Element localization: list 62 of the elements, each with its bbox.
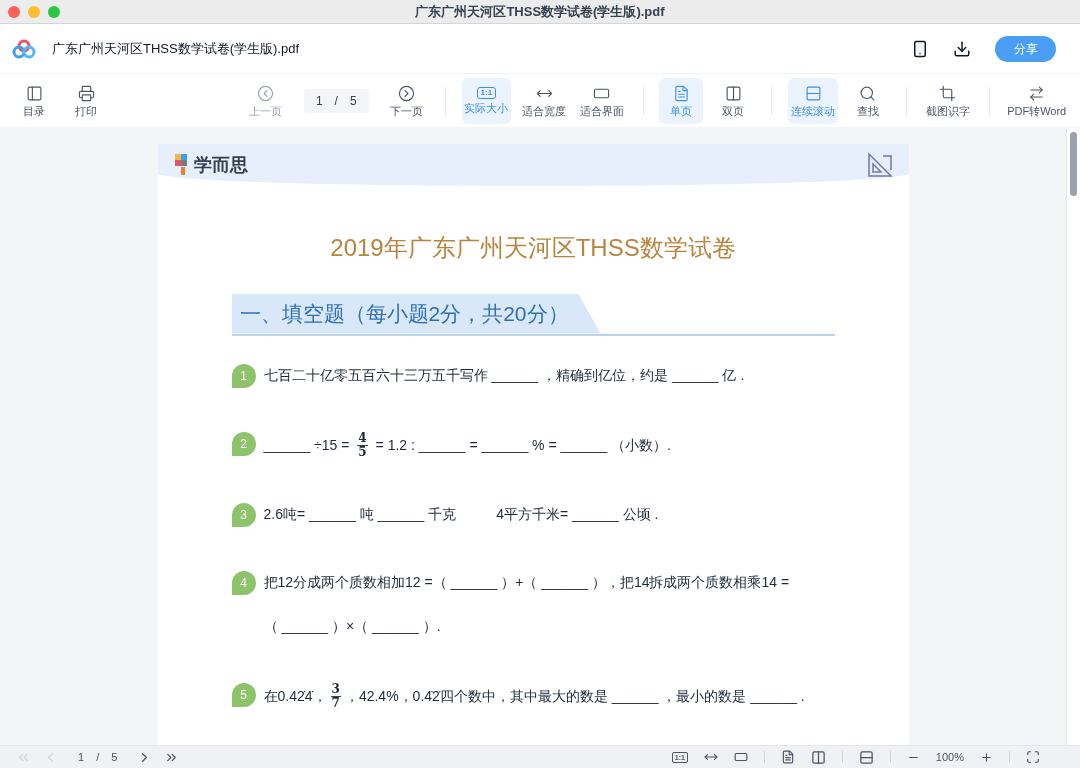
crop-icon: [939, 84, 957, 102]
question-text: 2.6吨= ______ 吨 ______ 千克: [263, 505, 457, 524]
two-pages-icon: [724, 84, 742, 102]
brand-logo-icon: [173, 153, 190, 177]
close-icon[interactable]: [8, 5, 20, 18]
question-text: = 1.2 : ______ = ______ % = ______ （小数）.: [374, 435, 671, 455]
actual-size-icon: 1:1: [476, 87, 497, 99]
question-text: 把12分成两个质数相加12 =（ ______ ）+（ ______ ），把14拆成两个质数相乘14 =: [263, 573, 790, 592]
question-number: 4: [231, 570, 256, 595]
circle-right-icon: [398, 84, 416, 102]
single-page-icon[interactable]: [780, 750, 795, 764]
question-text: ______ ÷15 =: [263, 435, 351, 455]
toolbar-button[interactable]: PDF转Word: [1005, 77, 1068, 124]
toolbar-button[interactable]: 适合界面: [576, 77, 627, 124]
question-text: 七百二十亿零五百六十三万五千写作 ______ ，精确到亿位，约是 ______ 亿 .: [263, 366, 745, 385]
page-total: 5: [349, 92, 357, 109]
question-text: 在0.42̇4̇，: [263, 686, 327, 706]
sidebar-icon: [25, 84, 43, 102]
fit-page-icon[interactable]: [733, 750, 748, 764]
exam-title: 2019年广东广州天河区THSS数学试卷: [329, 233, 737, 263]
ruler-triangle-icon: [866, 152, 893, 178]
question-number: 3: [231, 502, 256, 527]
fullscreen-icon[interactable]: [1026, 750, 1040, 764]
toolbar-button[interactable]: 打印: [64, 77, 108, 124]
fraction: 4 5: [357, 431, 368, 459]
toolbar-button[interactable]: 适合宽度: [519, 77, 569, 124]
page-current: 1: [315, 92, 323, 109]
question-text: （ ______ ）×（ ______ ）.: [263, 617, 441, 636]
scrollbar-thumb[interactable]: [1070, 132, 1077, 196]
page-current: 1: [78, 749, 85, 765]
page-separator: /: [334, 92, 338, 109]
zoom-level: 100%: [935, 749, 964, 765]
zoom-in-icon[interactable]: [980, 750, 993, 764]
question-text: ，42.4%，0.4̇2̇四个数中，其中最大的数是 ______ ，最小的数是 ______ .: [344, 686, 805, 706]
cloud-logo-icon: [12, 38, 36, 59]
scroll-icon[interactable]: [858, 749, 874, 765]
section-heading: 一、填空题（每小题2分，共20分）: [231, 294, 601, 334]
search-icon: [859, 84, 877, 102]
question-number: 2: [231, 431, 256, 456]
question-number: 5: [231, 682, 256, 707]
page-field[interactable]: 1 / 5: [303, 88, 369, 113]
toolbar-button[interactable]: 截图识字: [922, 77, 973, 124]
toolbar-button[interactable]: 目录: [12, 77, 56, 124]
single-page-icon: [672, 84, 690, 102]
download-icon[interactable]: [953, 39, 971, 58]
printer-icon: [77, 84, 95, 102]
page-total: 5: [111, 749, 118, 765]
two-pages-icon[interactable]: [810, 749, 826, 765]
page-separator: /: [96, 749, 100, 765]
file-name: 广东广州天河区THSS数学试卷(学生版).pdf: [52, 39, 299, 58]
scroll-icon: [804, 84, 822, 102]
question-text: 4平方千米= ______ 公顷 .: [496, 505, 659, 524]
toolbar-button[interactable]: 下一页: [384, 77, 429, 124]
fraction: 3 7: [330, 682, 341, 710]
window-title: 广东广州天河区THSS数学试卷(学生版).pdf: [415, 2, 665, 21]
phone-icon[interactable]: [911, 39, 929, 58]
brand-name: 学而思: [193, 154, 248, 177]
question-number: 1: [231, 363, 256, 388]
circle-left-icon: [257, 84, 275, 102]
toolbar-button[interactable]: 双页: [711, 77, 756, 124]
convert-icon: [1028, 84, 1046, 102]
toolbar-button[interactable]: 查找: [845, 77, 890, 124]
